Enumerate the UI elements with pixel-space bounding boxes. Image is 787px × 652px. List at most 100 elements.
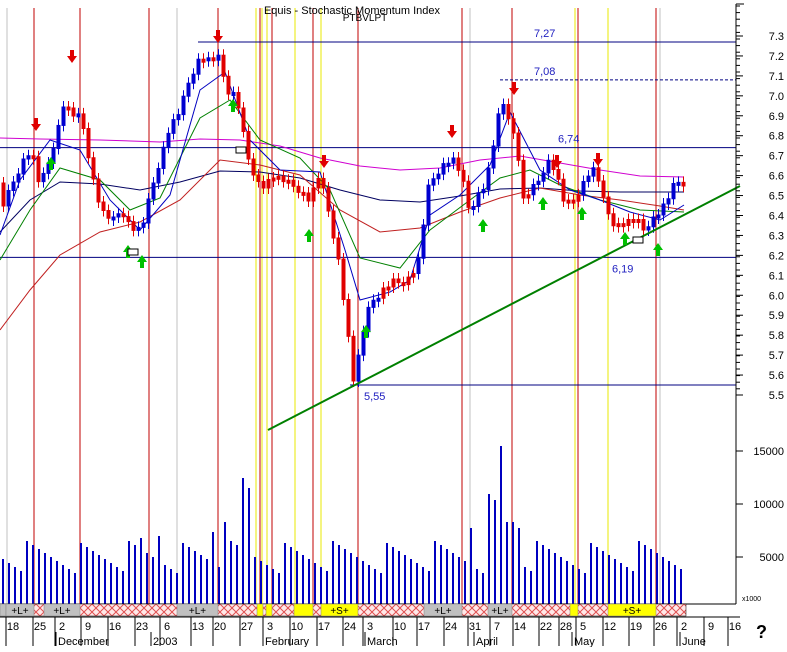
date-tick-label: 12 [604, 621, 616, 633]
candle-body [456, 157, 461, 171]
candle-body [156, 168, 161, 184]
date-tick-label: 3 [267, 621, 273, 633]
candle-body [466, 180, 471, 208]
candle-body [336, 237, 341, 260]
price-tick-label: 6.4 [769, 210, 784, 222]
candle-body [66, 106, 71, 111]
candle-body [591, 167, 596, 177]
candle-body [556, 169, 561, 180]
candle-body [671, 183, 676, 200]
candle-body [6, 190, 11, 207]
price-level-label: 5,55 [364, 391, 385, 403]
candle-body [11, 181, 16, 191]
candle-body [131, 221, 136, 231]
candle-body [251, 158, 256, 176]
date-tick-label: 27 [241, 621, 253, 633]
date-tick-label: 26 [655, 621, 667, 633]
candle-body [471, 206, 476, 210]
candle-body [561, 178, 566, 202]
candle-body [536, 180, 541, 185]
candle-body [631, 219, 636, 223]
candle-body [241, 107, 246, 132]
candle-body [426, 184, 431, 226]
candle-body [641, 219, 646, 231]
candle-body [266, 179, 271, 189]
candle-body [56, 124, 61, 150]
date-tick-label: 20 [214, 621, 226, 633]
candle-body [586, 175, 591, 182]
price-tick-label: 6.3 [769, 230, 784, 242]
date-tick-label: 17 [318, 621, 330, 633]
candle-body [161, 146, 166, 169]
candle-body [311, 187, 316, 202]
candle-body [96, 178, 101, 203]
candle-body [271, 177, 276, 182]
price-tick-label: 5.8 [769, 330, 784, 342]
candle-body [316, 178, 321, 189]
candle-body [401, 282, 406, 287]
date-tick-label: 10 [291, 621, 303, 633]
candle-body [411, 273, 416, 278]
signal-band-segment [293, 603, 314, 617]
month-label: December [58, 636, 109, 647]
event-marker-icon [235, 146, 247, 154]
candle-body [106, 210, 111, 219]
date-tick-label: 2 [681, 621, 687, 633]
candle-body [531, 184, 536, 196]
price-level-label: 6,19 [612, 263, 633, 275]
ticker-label: PTBVLPT [343, 13, 387, 24]
candle-body [116, 213, 121, 218]
candlestick-chart[interactable]: 7,277,086,746,195,55 +L+ +L+ +L+ +S+ +L+ +L+ +… [0, 0, 787, 648]
candle-body [506, 104, 511, 120]
signal-band: +L+ +L+ +L+ +S+ +L+ +L+ +S+ [0, 603, 687, 617]
candle-body [381, 287, 386, 299]
signal-band-segment [265, 603, 273, 617]
volume-tick-label: 15000 [753, 446, 784, 458]
date-tick-label: 13 [192, 621, 204, 633]
candle-body [31, 155, 36, 160]
date-tick-label: 16 [729, 621, 741, 633]
price-tick-label: 6.9 [769, 111, 784, 123]
candle-body [286, 179, 291, 184]
signal-band-label: +L+ [53, 606, 70, 617]
candle-body [596, 167, 601, 182]
candle-body [291, 179, 296, 187]
help-icon[interactable]: ? [756, 622, 767, 643]
candle-body [81, 113, 86, 129]
candle-body [521, 159, 526, 199]
candle-body [246, 131, 251, 160]
signal-band-label: +L+ [11, 606, 28, 617]
candle-body [191, 73, 196, 84]
candle-body [501, 104, 506, 115]
price-tick-label: 6.8 [769, 131, 784, 143]
candle-body [346, 299, 351, 337]
candle-body [636, 219, 641, 223]
date-tick-label: 3 [367, 621, 373, 633]
candle-body [416, 257, 421, 274]
candle-body [296, 185, 301, 193]
month-label: 2003 [153, 636, 177, 647]
price-tick-label: 5.7 [769, 350, 784, 362]
candle-body [341, 258, 346, 300]
date-tick-label: 24 [344, 621, 356, 633]
price-tick-label: 6.0 [769, 290, 784, 302]
candle-body [146, 198, 151, 224]
event-marker-icon [632, 236, 644, 244]
price-tick-label: 7.0 [769, 91, 784, 103]
candle-body [451, 157, 456, 164]
candle-body [226, 75, 231, 95]
candle-body [151, 182, 156, 200]
candle-body [41, 172, 46, 183]
candle-body [256, 174, 261, 182]
date-tick-label: 16 [109, 621, 121, 633]
price-tick-label: 6.6 [769, 171, 784, 183]
candle-body [516, 132, 521, 161]
price-level-label: 6,74 [558, 134, 579, 146]
candle-body [356, 354, 361, 382]
candle-body [386, 286, 391, 291]
candle-body [406, 276, 411, 286]
candle-body [206, 57, 211, 62]
candle-body [136, 226, 141, 231]
signal-band-segment [569, 603, 579, 617]
candle-body [541, 172, 546, 182]
